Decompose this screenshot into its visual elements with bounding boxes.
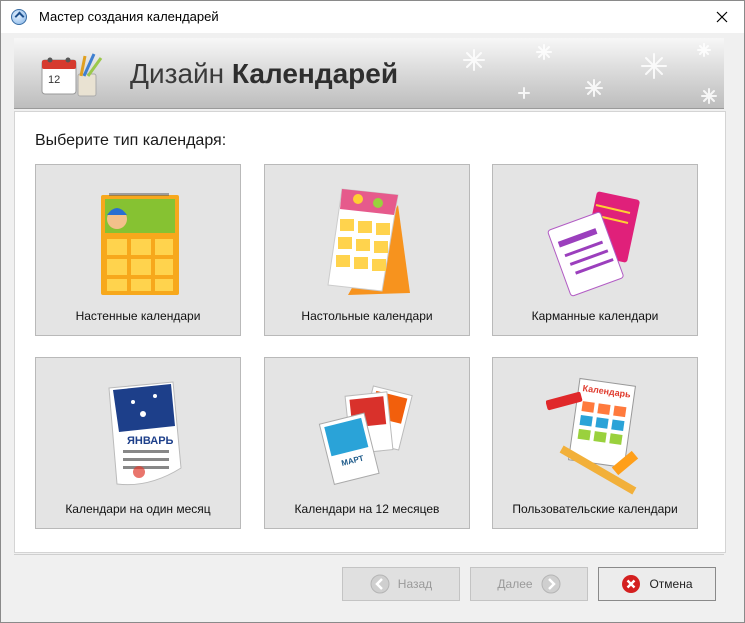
app-icon [11,9,27,25]
tile-pocket-calendars[interactable]: Карманные календари [492,164,698,336]
pocket-calendar-icon [547,191,640,297]
footer-separator [14,554,724,555]
next-button[interactable]: Далее [470,567,588,601]
tile-label: Пользовательские календари [512,502,678,516]
close-button[interactable] [700,1,744,33]
calendar-brush-icon: 12 [41,53,103,97]
tile-label: Карманные календари [531,309,659,323]
header-title-regular: Дизайн [130,58,225,89]
prompt-text: Выберите тип календаря: [35,132,227,149]
tile-twelve-month-calendars[interactable]: МАРТ Календари на 12 месяцев [264,357,470,529]
cancel-icon [622,575,641,593]
title-bar: Мастер создания календарей [1,1,744,33]
wall-calendar-icon [101,193,179,295]
close-icon [716,11,728,23]
desk-calendar-icon [327,188,410,295]
cancel-label: Отмена [649,577,693,591]
header-title-bold: Календарей [231,58,399,89]
tile-label: Настольные календари [301,309,433,323]
next-label: Далее [497,577,533,591]
tile-label: Календари на 12 месяцев [294,502,440,516]
cancel-button[interactable]: Отмена [598,567,716,601]
snowflake-decoration-icon [463,43,717,104]
content-panel: Выберите тип календаря: Настенные календ… [14,111,726,553]
tile-label: Настенные календари [75,309,201,323]
header-banner: 12 Дизайн Календарей [14,38,724,109]
back-label: Назад [397,577,433,591]
custom-calendar-icon: Календарь [546,377,639,495]
header-title: Дизайн Календарей [130,58,398,90]
tile-custom-calendars[interactable]: Календарь Пользовательские календари [492,357,698,529]
back-button[interactable]: Назад [342,567,460,601]
arrow-right-icon [541,574,561,594]
one-month-calendar-icon: ЯНВАРЬ [108,381,182,486]
wizard-window: Мастер создания календарей 12 Дизайн Кал… [0,0,745,623]
month-name-text: ЯНВАРЬ [127,435,174,447]
arrow-left-icon [370,574,390,594]
twelve-month-calendar-icon: МАРТ [318,385,413,485]
window-title: Мастер создания календарей [39,9,219,24]
svg-text:12: 12 [48,74,60,86]
tile-wall-calendars[interactable]: Настенные календари [35,164,241,336]
tile-desk-calendars[interactable]: Настольные календари [264,164,470,336]
tile-one-month-calendars[interactable]: ЯНВАРЬ Календари на один месяц [35,357,241,529]
tile-label: Календари на один месяц [65,502,211,516]
